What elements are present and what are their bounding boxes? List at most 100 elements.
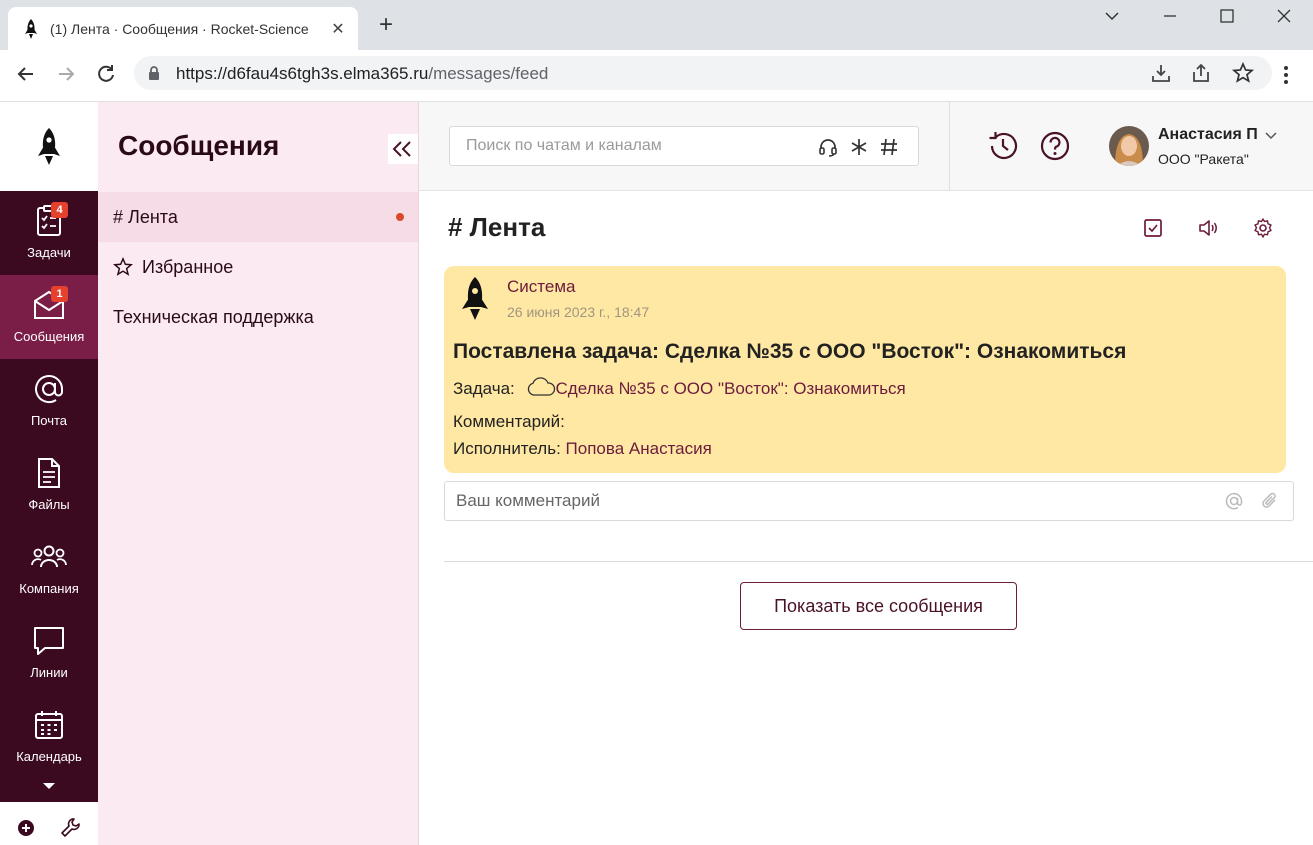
settings-gear-icon[interactable]: [1252, 217, 1274, 239]
panel-title: Сообщения: [118, 130, 280, 161]
rocket-logo-icon: [38, 127, 60, 165]
browser-tab-bar: (1) Лента · Сообщения · Rocket-Science ✕…: [0, 0, 1313, 50]
rail-item-calendar[interactable]: Календарь: [0, 695, 98, 779]
tasks-badge: 4: [51, 202, 68, 218]
rail-more-chevron-icon[interactable]: [41, 780, 57, 792]
channel-label: Избранное: [142, 256, 234, 277]
bookmark-star-icon[interactable]: [1232, 62, 1254, 84]
rail-item-company[interactable]: Компания: [0, 527, 98, 611]
mark-read-checkbox-icon[interactable]: [1142, 217, 1164, 239]
comment-input[interactable]: [445, 482, 1205, 520]
close-window-icon[interactable]: [1272, 4, 1296, 28]
rail-label-company: Компания: [19, 581, 79, 596]
cloud-icon: [527, 377, 555, 396]
maximize-icon[interactable]: [1215, 4, 1239, 28]
url-omnibox[interactable]: https://d6fau4s6tgh3s.elma365.ru/message…: [134, 56, 1272, 90]
channel-item-feed[interactable]: # Лента: [98, 192, 418, 242]
channels-panel: Сообщения # Лента Избранное Техническая …: [98, 102, 419, 845]
hashtag-icon[interactable]: [878, 136, 900, 158]
user-name[interactable]: Анастасия П: [1158, 126, 1258, 144]
star-icon: [113, 257, 133, 276]
url-text: https://d6fau4s6tgh3s.elma365.ru/message…: [176, 64, 548, 84]
message-timestamp: 26 июня 2023 г., 18:47: [507, 304, 650, 320]
message-comment-row: Комментарий:: [453, 412, 565, 432]
browser-tab[interactable]: (1) Лента · Сообщения · Rocket-Science ✕: [8, 7, 358, 50]
browser-tab-title: (1) Лента · Сообщения · Rocket-Science: [50, 20, 309, 37]
comment-label: Комментарий:: [453, 412, 565, 431]
unread-dot: [396, 213, 404, 221]
people-icon: [31, 545, 67, 568]
forward-arrow-icon[interactable]: [54, 62, 78, 86]
messages-badge: 1: [51, 286, 68, 302]
show-all-messages-button[interactable]: Показать все сообщения: [740, 582, 1017, 630]
message-author[interactable]: Система: [507, 277, 575, 297]
user-menu-chevron-icon[interactable]: [1264, 131, 1278, 141]
rail-label-messages: Сообщения: [13, 329, 85, 344]
rail-label-mail: Почта: [30, 413, 68, 428]
avatar-portrait-icon: [1109, 126, 1149, 166]
mention-at-icon[interactable]: [1224, 491, 1244, 511]
rail-item-mail[interactable]: Почта: [0, 359, 98, 443]
lock-icon: [149, 66, 159, 80]
comment-box: [444, 481, 1294, 521]
message-task-row: Задача: Сделка №35 с ООО "Восток": Ознак…: [453, 377, 906, 399]
task-label: Задача:: [453, 379, 515, 398]
search-input[interactable]: [450, 127, 790, 165]
top-header: Анастасия П ООО "Ракета": [419, 102, 1313, 191]
feed-message-card: Система 26 июня 2023 г., 18:47 Поставлен…: [444, 266, 1286, 473]
minimize-icon[interactable]: [1158, 4, 1182, 28]
assignee-link[interactable]: Попова Анастасия: [566, 439, 712, 458]
app-logo[interactable]: [0, 102, 98, 191]
asterisk-icon[interactable]: [848, 136, 870, 158]
header-divider: [949, 102, 950, 191]
paperclip-icon[interactable]: [1260, 491, 1280, 511]
channel-label: Техническая поддержка: [113, 306, 314, 327]
history-icon[interactable]: [986, 129, 1020, 163]
help-icon[interactable]: [1038, 129, 1072, 163]
rail-bottom-bar: [0, 802, 98, 845]
assignee-label: Исполнитель:: [453, 439, 561, 458]
feed-title: # Лента: [448, 212, 546, 242]
search-box: [449, 126, 919, 166]
browser-address-bar: https://d6fau4s6tgh3s.elma365.ru/message…: [0, 50, 1313, 102]
rail-label-files: Файлы: [28, 497, 70, 512]
main-navigation-rail: 4 Задачи 1 Сообщения Почта Файлы Компани…: [0, 102, 98, 845]
add-circle-icon[interactable]: [17, 819, 35, 837]
reload-icon[interactable]: [94, 62, 118, 86]
message-headline: Поставлена задача: Сделка №35 с ООО "Вос…: [453, 340, 1127, 363]
file-icon: [38, 458, 60, 488]
sound-icon[interactable]: [1197, 217, 1219, 239]
rail-item-tasks[interactable]: 4 Задачи: [0, 191, 98, 275]
message-assignee-row: Исполнитель: Попова Анастасия: [453, 439, 712, 459]
wrench-icon[interactable]: [60, 816, 82, 838]
tab-search-chevron-icon[interactable]: [1100, 4, 1124, 28]
url-path: /messages/feed: [428, 64, 549, 83]
rail-item-files[interactable]: Файлы: [0, 443, 98, 527]
chat-bubble-icon: [34, 627, 64, 655]
rail-label-tasks: Задачи: [27, 245, 71, 260]
channel-item-support[interactable]: Техническая поддержка: [98, 292, 418, 342]
mail-at-icon: [35, 375, 63, 403]
user-avatar[interactable]: [1109, 126, 1149, 166]
collapse-panel-icon[interactable]: [388, 134, 418, 164]
rocket-favicon-icon: [25, 18, 37, 39]
task-link[interactable]: Сделка №35 с ООО "Восток": Ознакомиться: [556, 379, 906, 398]
new-tab-icon[interactable]: +: [374, 13, 398, 37]
rail-label-calendar: Календарь: [16, 749, 82, 764]
tab-close-icon[interactable]: ✕: [328, 19, 348, 39]
user-organization: ООО "Ракета": [1158, 151, 1249, 167]
rail-label-lines: Линии: [30, 665, 68, 680]
back-arrow-icon[interactable]: [14, 62, 38, 86]
url-host: https://d6fau4s6tgh3s.elma365.ru: [176, 64, 429, 83]
channel-item-favorites[interactable]: Избранное: [98, 242, 418, 292]
browser-menu-icon[interactable]: [1278, 64, 1294, 86]
rail-item-messages[interactable]: 1 Сообщения: [0, 275, 98, 359]
rail-item-lines[interactable]: Линии: [0, 611, 98, 695]
share-icon[interactable]: [1190, 62, 1212, 84]
channel-label: # Лента: [113, 206, 178, 227]
install-app-icon[interactable]: [1150, 62, 1172, 84]
headset-icon[interactable]: [817, 136, 839, 158]
calendar-icon: [35, 711, 63, 739]
feed-divider: [444, 561, 1313, 562]
system-rocket-icon: [462, 277, 488, 320]
